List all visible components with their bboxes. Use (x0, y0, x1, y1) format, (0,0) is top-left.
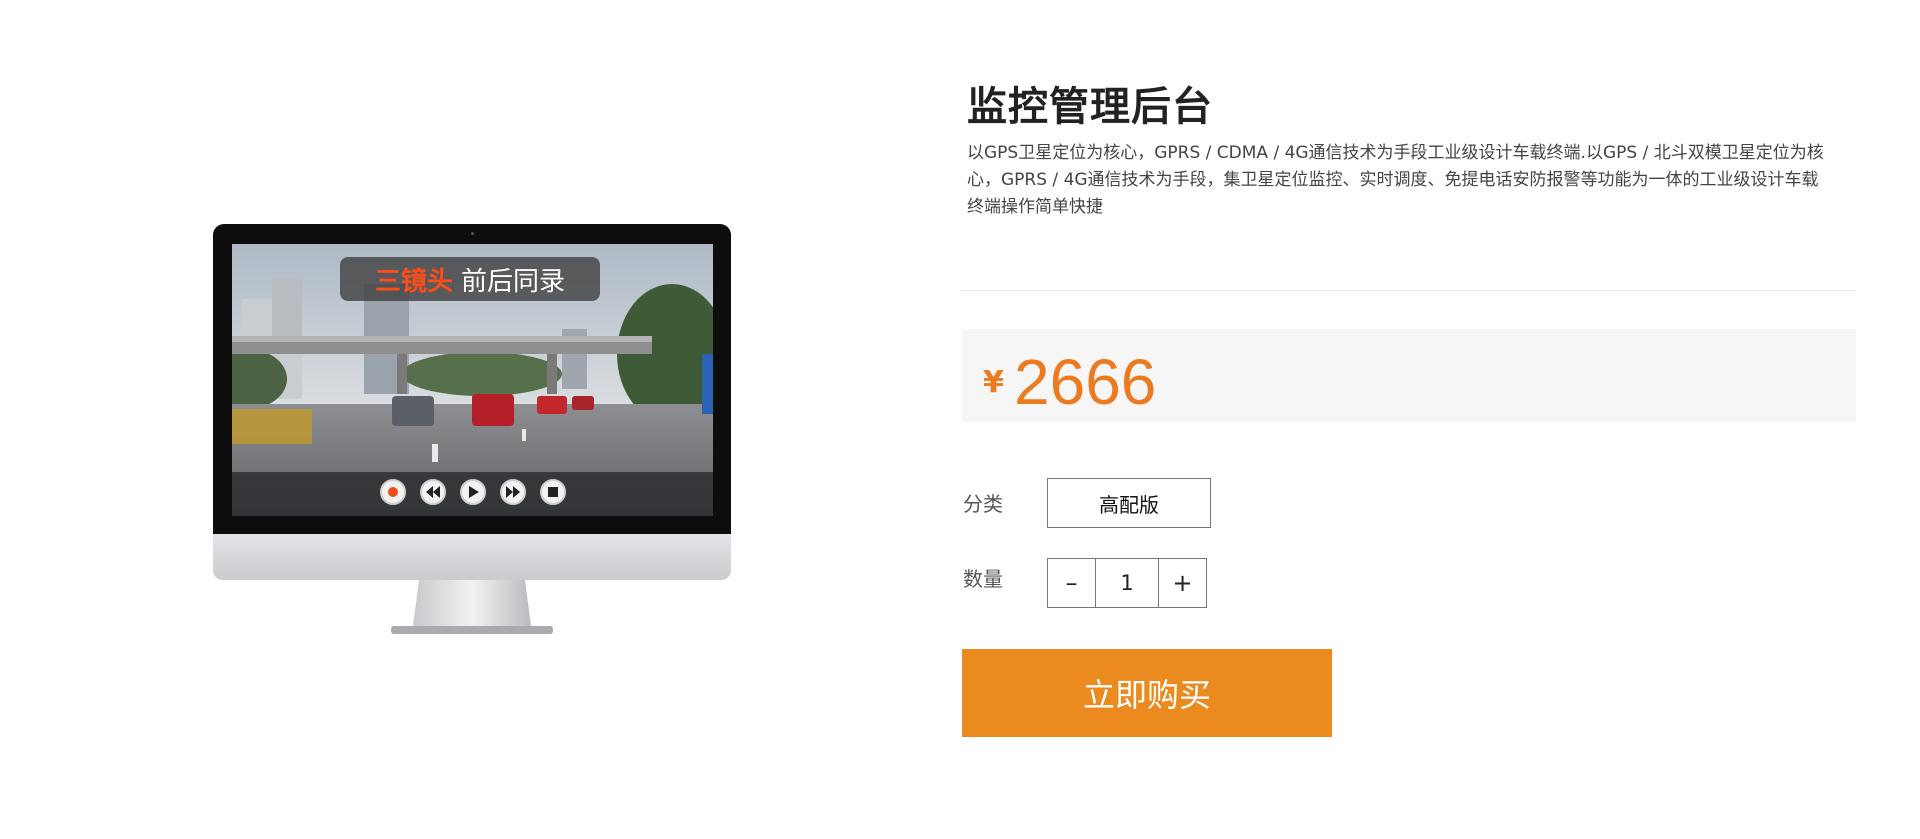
feature-overlay-text: 前后同录 (461, 266, 566, 297)
quantity-stepper: – 1 + (1047, 558, 1207, 608)
quantity-decrement-button[interactable]: – (1048, 559, 1095, 607)
price-value: 2666 (1014, 346, 1157, 418)
feature-overlay-strong: 三镜头 (374, 266, 453, 297)
product-description: 以GPS卫星定位为核心，GPRS / CDMA / 4G通信技术为手段工业级设计… (967, 143, 1824, 217)
quantity-input[interactable]: 1 (1095, 559, 1159, 607)
stop-icon[interactable] (539, 479, 566, 505)
record-icon[interactable] (379, 479, 406, 505)
fast-forward-icon[interactable] (499, 479, 526, 505)
playback-controls (232, 476, 713, 508)
feature-overlay: 三镜头 前后同录 (340, 257, 600, 301)
play-icon[interactable] (459, 479, 486, 505)
buy-now-button[interactable]: 立即购买 (962, 649, 1332, 737)
product-title: 监控管理后台 (967, 84, 1213, 130)
quantity-label: 数量 (963, 567, 1003, 591)
product-image: 三镜头 前后同录 (213, 224, 731, 636)
monitor-stand (391, 580, 553, 634)
variant-option-high[interactable]: 高配版 (1047, 478, 1211, 528)
quantity-increment-button[interactable]: + (1159, 559, 1206, 607)
monitor-chin (213, 534, 731, 580)
currency-symbol: ¥ (983, 365, 1004, 400)
divider (962, 290, 1856, 291)
monitor-screen: 三镜头 前后同录 (232, 244, 713, 516)
monitor-bezel: 三镜头 前后同录 (213, 224, 731, 534)
rewind-icon[interactable] (419, 479, 446, 505)
category-label: 分类 (963, 492, 1003, 516)
price-panel: ¥ 2666 (962, 329, 1856, 422)
camera-dot (471, 232, 474, 235)
